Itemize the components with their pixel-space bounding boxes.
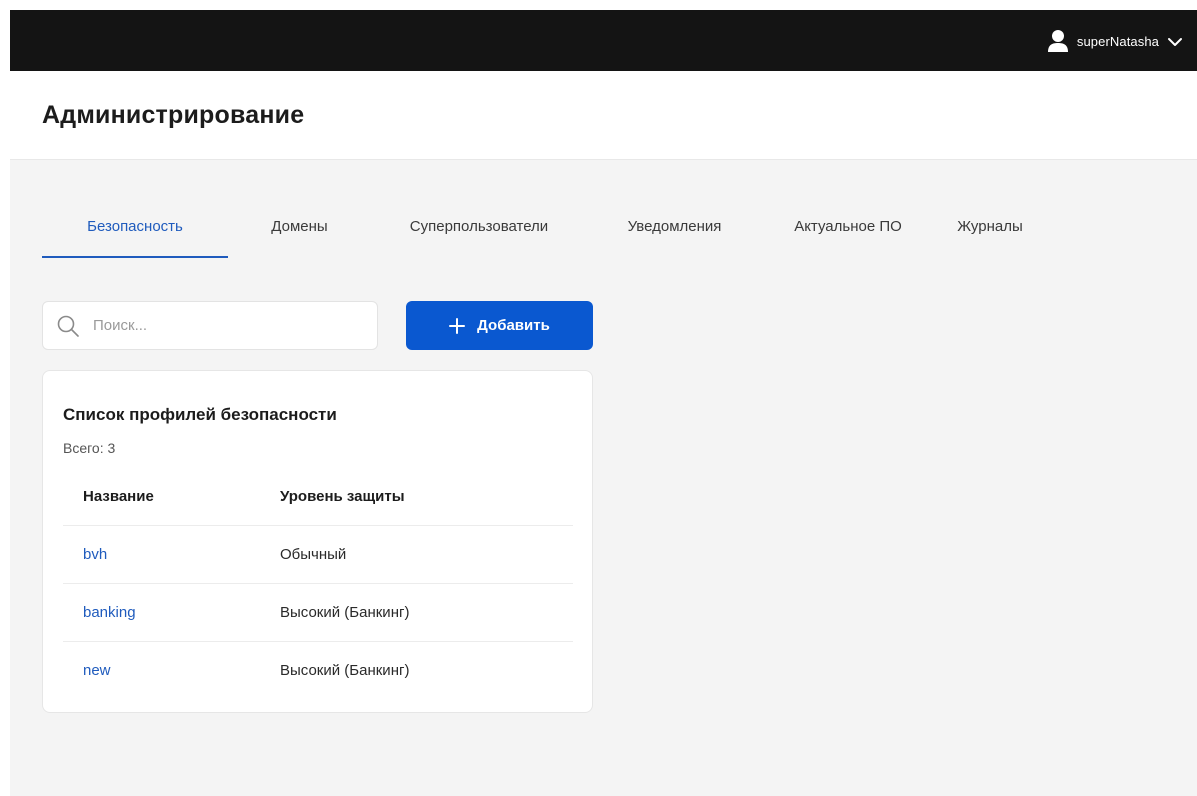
tab-label: Суперпользователи (409, 218, 549, 235)
table-header: Название Уровень защиты (63, 468, 573, 526)
tab-label: Журналы (957, 218, 1023, 235)
tab-security[interactable]: Безопасность (42, 206, 228, 258)
total-count: Всего: 3 (63, 440, 116, 456)
tab-domains[interactable]: Домены (228, 206, 371, 258)
tab-label: Безопасность (87, 218, 183, 235)
user-icon (1047, 29, 1069, 53)
app-frame: superNatasha Администрирование Безопасно… (10, 10, 1197, 796)
page-header: Администрирование (10, 71, 1197, 160)
user-menu[interactable]: superNatasha (1047, 26, 1183, 56)
profile-level: Обычный (280, 546, 347, 563)
tab-label: Домены (271, 218, 328, 235)
profile-level: Высокий (Банкинг) (280, 604, 410, 621)
tab-superusers[interactable]: Суперпользователи (371, 206, 587, 258)
top-bar: superNatasha (10, 10, 1197, 71)
search-box (42, 301, 378, 350)
tab-notifications[interactable]: Уведомления (587, 206, 762, 258)
profile-name-link[interactable]: banking (83, 584, 136, 642)
card-title: Список профилей безопасности (63, 405, 337, 424)
profile-level: Высокий (Банкинг) (280, 662, 410, 679)
profile-name-link[interactable]: bvh (83, 526, 107, 584)
search-input[interactable] (93, 317, 363, 334)
plus-icon (449, 317, 466, 334)
chevron-down-icon (1167, 35, 1183, 47)
profiles-table: Название Уровень защиты bvh Обычный bank… (63, 468, 573, 700)
add-button[interactable]: Добавить (406, 301, 593, 350)
tab-label: Уведомления (627, 218, 722, 235)
tab-actual-software[interactable]: Актуальное ПО (762, 206, 934, 258)
page-title: Администрирование (42, 101, 305, 129)
tab-label: Актуальное ПО (794, 218, 902, 235)
tab-logs[interactable]: Журналы (934, 206, 1046, 258)
user-name: superNatasha (1076, 33, 1159, 49)
search-icon (57, 315, 79, 337)
add-button-label: Добавить (477, 317, 550, 334)
table-row: bvh Обычный (63, 526, 573, 584)
table-row: new Высокий (Банкинг) (63, 642, 573, 700)
profile-name-link[interactable]: new (83, 642, 111, 700)
table-row: banking Высокий (Банкинг) (63, 584, 573, 642)
column-header-name: Название (83, 488, 154, 505)
tab-bar: Безопасность Домены Суперпользователи Ув… (42, 206, 1046, 258)
column-header-level: Уровень защиты (280, 488, 405, 505)
security-profiles-card: Список профилей безопасности Всего: 3 На… (42, 370, 593, 713)
